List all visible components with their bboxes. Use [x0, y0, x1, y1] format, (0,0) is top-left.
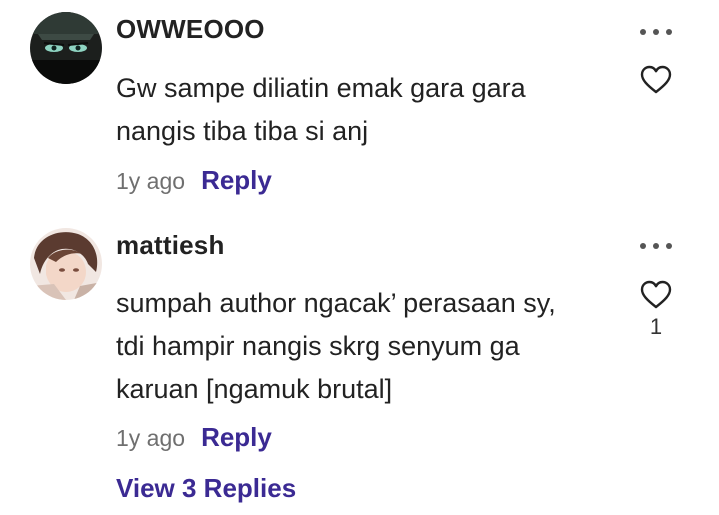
- timestamp: 1y ago: [116, 168, 186, 194]
- reply-button[interactable]: Reply: [201, 165, 272, 196]
- comment-meta: 1y ago Reply: [116, 165, 272, 196]
- heart-icon[interactable]: [640, 65, 672, 95]
- comment-text: Gw sampe diliatin emak gara gara nangis …: [116, 73, 526, 146]
- reply-button[interactable]: Reply: [201, 422, 272, 453]
- avatar[interactable]: [30, 12, 102, 84]
- avatar[interactable]: [30, 228, 102, 300]
- timestamp: 1y ago: [116, 425, 186, 451]
- username[interactable]: OWWEOOO: [116, 14, 265, 45]
- comment-text: sumpah author ngacak’ perasaan sy, tdi h…: [116, 288, 556, 404]
- comment-item: OWWEOOO Gw sampe diliatin emak gara gara…: [0, 0, 719, 220]
- more-options-icon[interactable]: [640, 238, 672, 254]
- heart-icon[interactable]: [640, 280, 672, 310]
- comment-meta: 1y ago Reply: [116, 422, 272, 453]
- username[interactable]: mattiesh: [116, 230, 225, 261]
- like-count: 1: [649, 314, 663, 339]
- more-options-icon[interactable]: [640, 24, 672, 40]
- view-replies-link[interactable]: View 3 Replies: [116, 473, 296, 504]
- comment-item: mattiesh sumpah author ngacak’ perasaan …: [0, 220, 719, 515]
